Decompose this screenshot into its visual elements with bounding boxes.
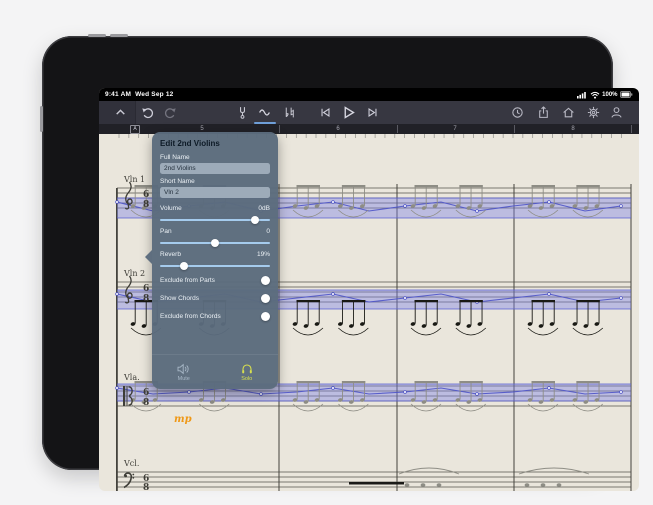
popup-pointer-arrow: [145, 250, 152, 264]
pan-label: Pan: [160, 228, 172, 235]
short-name-label: Short Name: [160, 178, 195, 185]
svg-text:6: 6: [143, 388, 149, 398]
staff-label-vcl: Vcl.: [123, 459, 139, 468]
mute-button[interactable]: Mute: [177, 363, 190, 382]
headphones-icon: [241, 363, 252, 373]
volume-slider-knob[interactable]: [250, 216, 259, 224]
exclude-from-parts-toggle[interactable]: [261, 276, 270, 285]
measure-number: 6: [336, 125, 340, 132]
bass-clef-icon: [123, 472, 135, 489]
staff-label-vln1: Vln 1: [123, 175, 145, 184]
battery-percent: 100%: [602, 91, 618, 98]
popup-title: Edit 2nd Violins: [160, 139, 220, 148]
status-time: 9:41 AM: [105, 91, 132, 98]
exclude-from-parts-label: Exclude from Parts: [160, 277, 215, 284]
chevron-up-icon[interactable]: [114, 106, 127, 119]
ruler-separator: [279, 125, 280, 133]
wifi-icon: [590, 91, 600, 99]
measure-number: 5: [200, 125, 204, 132]
time-signature: 68 68 68 68: [143, 190, 149, 491]
slur-tool-icon[interactable]: [258, 106, 271, 119]
show-chords-label: Show Chords: [160, 295, 200, 302]
reverb-value: 19%: [256, 251, 270, 258]
pan-slider-knob[interactable]: [211, 239, 219, 247]
edit-instrument-popup: Edit 2nd Violins Full Name 2nd Violins S…: [145, 132, 278, 389]
volume-value: 0dB: [258, 205, 270, 212]
volume-up-button: [88, 34, 106, 37]
svg-text:6: 6: [143, 284, 149, 294]
dynamic-marking-mp: mp: [174, 414, 192, 425]
measure-number: 7: [453, 125, 457, 132]
status-date: Wed Sep 12: [135, 91, 174, 98]
exclude-from-chords-toggle[interactable]: [261, 312, 270, 321]
battery-icon: [620, 91, 633, 98]
undo-icon[interactable]: [141, 106, 154, 119]
play-icon[interactable]: [341, 105, 356, 120]
account-person-icon[interactable]: [610, 106, 623, 119]
redo-icon[interactable]: [164, 106, 177, 119]
main-toolbar: [99, 101, 639, 124]
solo-button[interactable]: Solo: [241, 363, 253, 382]
home-icon[interactable]: [562, 106, 575, 119]
exclude-from-chords-label: Exclude from Chords: [160, 313, 221, 320]
tuning-fork-icon[interactable]: [236, 106, 249, 119]
staff-label-vln2: Vln 2: [123, 269, 145, 278]
volume-slider[interactable]: [160, 216, 270, 224]
settings-gear-icon[interactable]: [587, 106, 600, 119]
pan-value: 0: [266, 228, 270, 235]
skip-forward-icon[interactable]: [366, 106, 379, 119]
volume-label: Volume: [160, 205, 182, 212]
staff-label-vla: Vla.: [123, 373, 140, 382]
reverb-slider[interactable]: [160, 262, 270, 270]
svg-text:8: 8: [143, 294, 149, 304]
full-name-label: Full Name: [160, 154, 190, 161]
history-clock-icon[interactable]: [511, 106, 524, 119]
volume-down-button: [110, 34, 128, 37]
svg-text:8: 8: [143, 200, 149, 210]
pan-slider[interactable]: [160, 239, 270, 247]
signal-bars-icon: [577, 91, 586, 98]
share-icon[interactable]: [537, 106, 550, 119]
skip-back-icon[interactable]: [319, 106, 332, 119]
reverb-label: Reverb: [160, 251, 181, 258]
measure-number: 8: [571, 125, 575, 132]
reverb-slider-knob[interactable]: [180, 262, 189, 270]
full-name-input[interactable]: 2nd Violins: [160, 163, 270, 174]
show-chords-toggle[interactable]: [261, 294, 270, 303]
ruler-separator: [514, 125, 515, 133]
speaker-icon: [177, 363, 189, 374]
toolbar-divider: [135, 101, 136, 124]
short-name-input[interactable]: Vln 2: [160, 187, 270, 198]
svg-text:6: 6: [143, 190, 149, 200]
accidentals-icon[interactable]: [283, 106, 296, 119]
svg-text:8: 8: [143, 483, 149, 491]
ruler-separator: [631, 125, 632, 133]
side-button: [40, 106, 43, 132]
ruler-separator: [397, 125, 398, 133]
ipad-device-frame: 9:41 AM Wed Sep 12 100% A 5 6 7 8 Vln 1 …: [40, 34, 639, 491]
svg-text:8: 8: [143, 398, 149, 408]
rehearsal-marker[interactable]: A: [130, 125, 140, 134]
app-screen: 9:41 AM Wed Sep 12 100% A 5 6 7 8 Vln 1 …: [99, 88, 639, 491]
status-bar: 9:41 AM Wed Sep 12 100%: [99, 88, 639, 101]
